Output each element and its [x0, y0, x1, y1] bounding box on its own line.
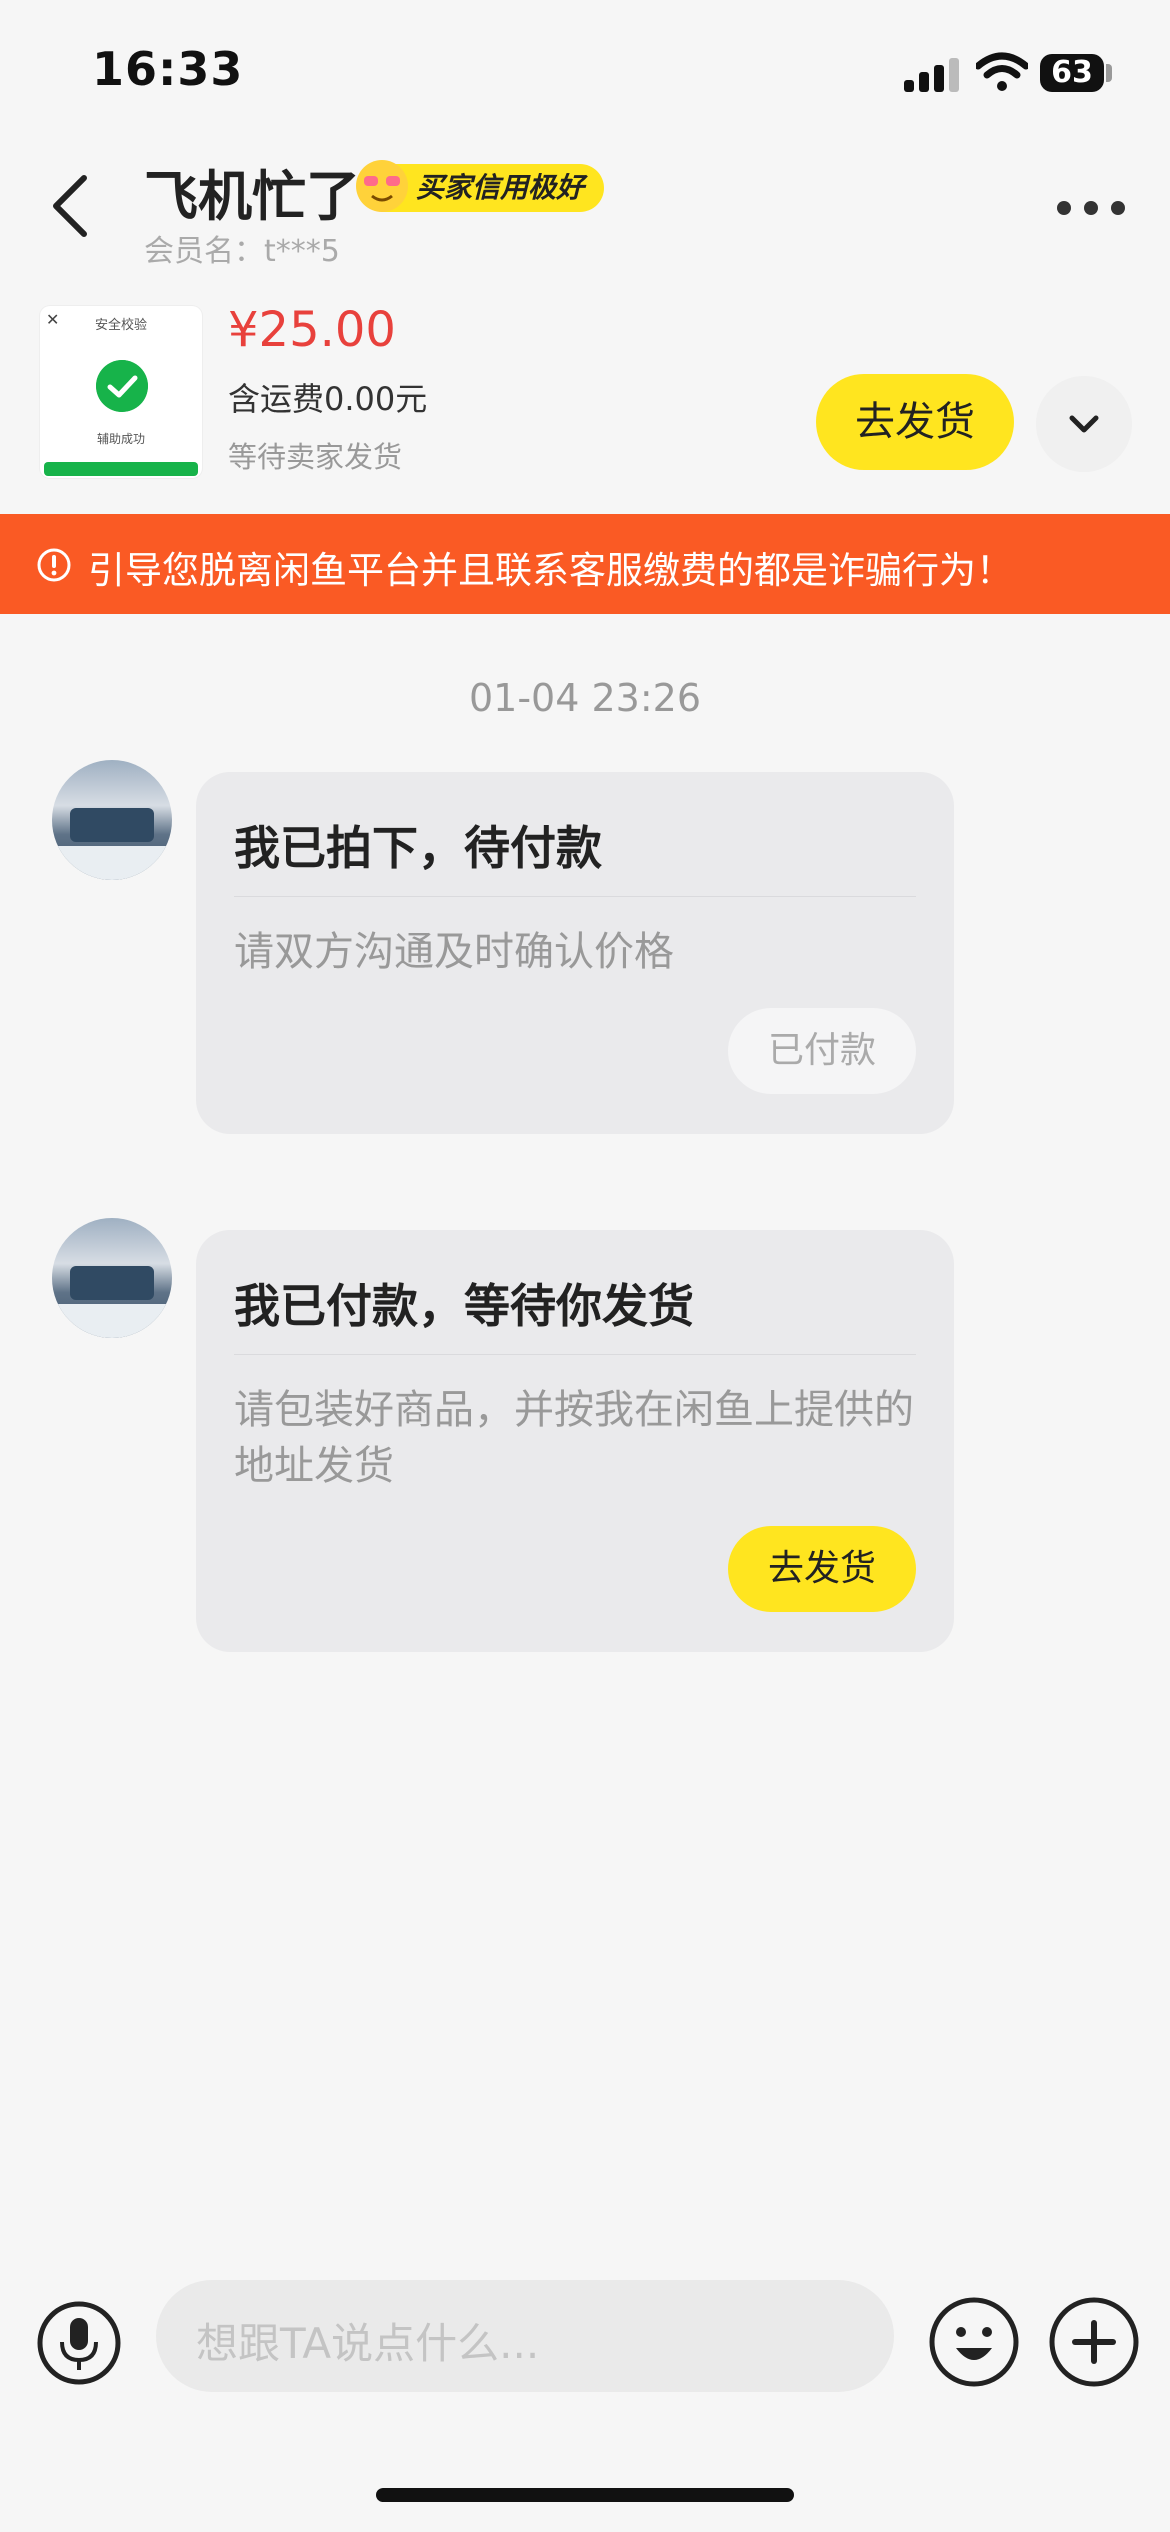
- avatar[interactable]: [52, 1218, 172, 1338]
- chat-title: 飞机忙了: [144, 165, 360, 228]
- plus-icon[interactable]: [1048, 2296, 1140, 2388]
- battery-cap: [1106, 64, 1112, 82]
- message-card: 我已付款，等待你发货 请包装好商品，并按我在闲鱼上提供的地址发货 去发货: [196, 1230, 954, 1652]
- warning-icon: [37, 548, 71, 582]
- message-title: 我已付款，等待你发货: [234, 1279, 694, 1333]
- wifi-icon: [976, 52, 1028, 91]
- message-title: 我已拍下，待付款: [234, 821, 602, 875]
- shipping-fee: 含运费0.00元: [228, 380, 428, 418]
- ship-button[interactable]: 去发货: [728, 1526, 916, 1612]
- member-name: 会员名：t***5: [144, 234, 340, 269]
- check-icon: [96, 360, 148, 412]
- order-status: 等待卖家发货: [228, 440, 403, 474]
- divider: [234, 896, 916, 897]
- avatar[interactable]: [52, 760, 172, 880]
- ship-button[interactable]: 去发货: [816, 374, 1014, 470]
- status-time: 16:33: [92, 42, 244, 96]
- more-icon[interactable]: [1056, 200, 1126, 216]
- paid-button[interactable]: 已付款: [728, 1008, 916, 1094]
- battery-level: 63: [1051, 55, 1093, 90]
- thumb-title: 安全校验: [94, 318, 147, 333]
- product-thumbnail[interactable]: ✕ 安全校验 辅助成功: [40, 306, 202, 478]
- back-icon[interactable]: [44, 170, 100, 242]
- price: ¥25.00: [228, 302, 396, 358]
- emoji-icon[interactable]: [928, 2296, 1020, 2388]
- chevron-down-icon[interactable]: [1036, 376, 1132, 472]
- message-text: 请包装好商品，并按我在闲鱼上提供的地址发货: [234, 1387, 914, 1489]
- message-input-placeholder: 想跟TA说点什么...: [196, 2319, 540, 2368]
- signal-icon: [904, 58, 959, 92]
- warning-text: 引导您脱离闲鱼平台并且联系客服缴费的都是诈骗行为！: [88, 549, 1013, 592]
- thumb-green-bar: [44, 462, 198, 476]
- cool-face-icon: [356, 160, 408, 212]
- home-indicator[interactable]: [376, 2488, 794, 2502]
- thumb-label: 辅助成功: [96, 432, 145, 446]
- microphone-icon[interactable]: [36, 2300, 122, 2386]
- message-card: 我已拍下，待付款 请双方沟通及时确认价格 已付款: [196, 772, 954, 1134]
- message-timestamp: 01-04 23:26: [468, 676, 701, 720]
- divider: [234, 1354, 916, 1355]
- message-text: 请双方沟通及时确认价格: [234, 929, 674, 975]
